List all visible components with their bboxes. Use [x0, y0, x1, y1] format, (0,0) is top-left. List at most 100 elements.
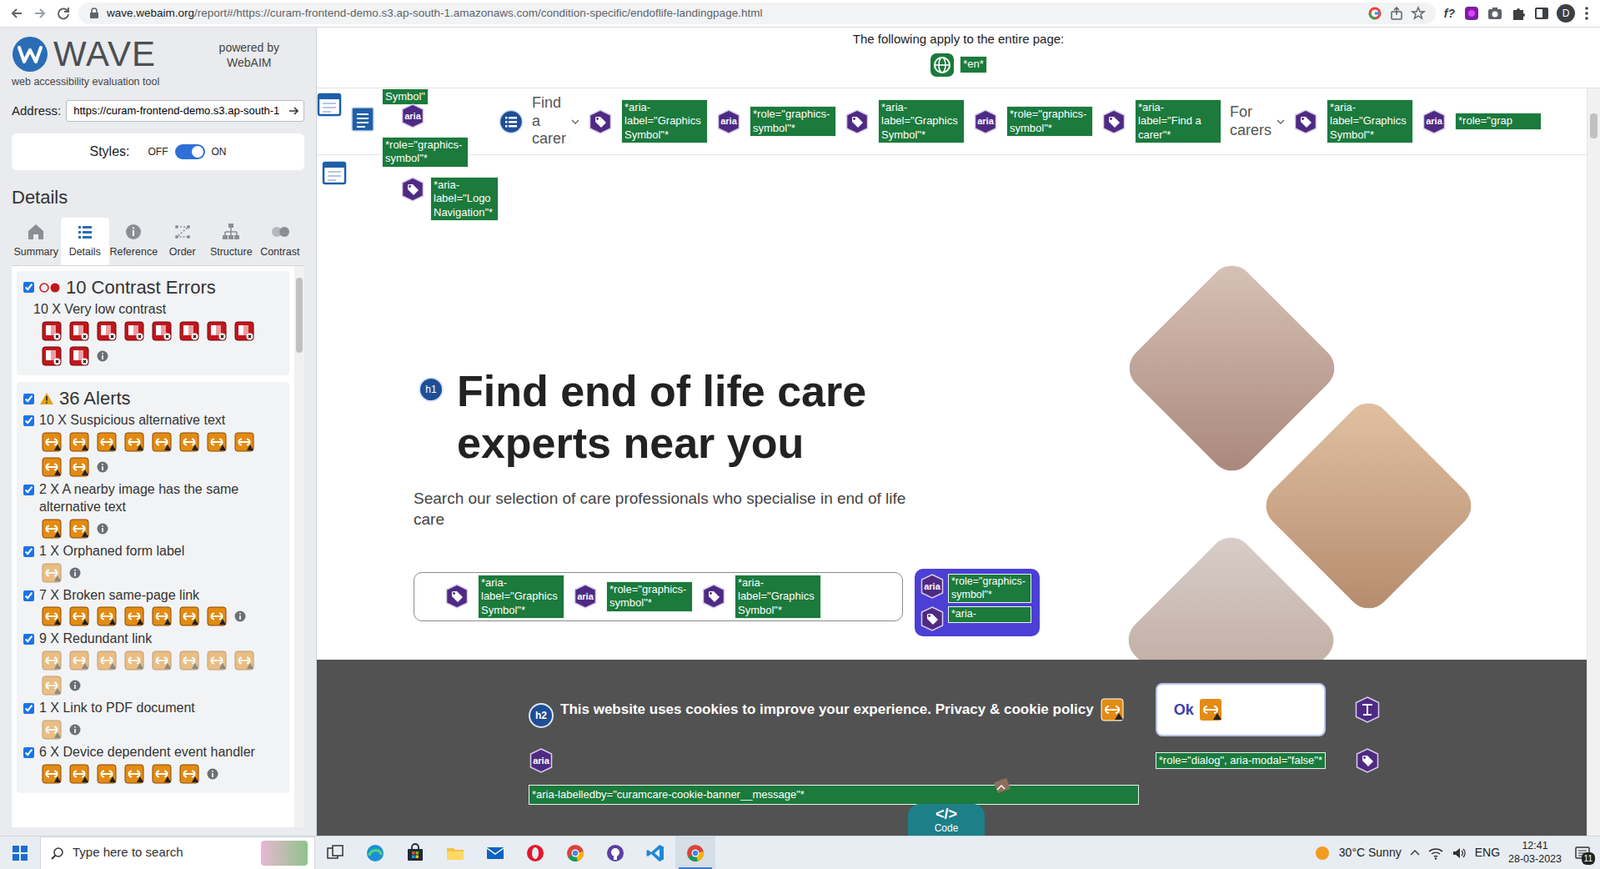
- vscode-icon[interactable]: [645, 842, 666, 863]
- styles-toggle[interactable]: [175, 144, 206, 160]
- contrast-error-icon[interactable]: [206, 321, 227, 342]
- details-tab[interactable]: Reference: [109, 217, 159, 266]
- google-icon[interactable]: [1367, 5, 1383, 21]
- taskbar-app[interactable]: [435, 836, 476, 869]
- alert-icon[interactable]: [69, 431, 90, 452]
- contrast-error-icon[interactable]: [41, 346, 62, 367]
- order-icon[interactable]: [172, 221, 193, 242]
- url-host[interactable]: wave.webaim.org: [106, 6, 195, 20]
- forward-arrow-icon[interactable]: [31, 5, 49, 22]
- url-text[interactable]: wave.webaim.org/report#/https://curam-fr…: [106, 5, 763, 22]
- logo-area[interactable]: Symbol"aria*role="graphics-symbol"**aria…: [316, 88, 499, 156]
- alert-icon[interactable]: [151, 650, 172, 671]
- alert-icon[interactable]: [41, 562, 62, 583]
- store-icon[interactable]: [405, 842, 426, 863]
- alert-icon[interactable]: [206, 606, 227, 627]
- profile-avatar[interactable]: D: [1556, 4, 1575, 23]
- tab-label[interactable]: Summary: [14, 244, 59, 261]
- start-button[interactable]: [0, 845, 41, 861]
- alert-icon[interactable]: [179, 431, 200, 452]
- task-view-icon[interactable]: [325, 842, 346, 863]
- item-checkbox[interactable]: [23, 702, 35, 714]
- weather-text[interactable]: 30°C Sunny: [1339, 843, 1402, 862]
- reload-icon[interactable]: [55, 5, 72, 22]
- taskbar-app[interactable]: [515, 836, 556, 869]
- taskbar-search[interactable]: Type here to search: [40, 836, 316, 869]
- item-checkbox[interactable]: [23, 747, 35, 758]
- taskbar-app[interactable]: [475, 836, 516, 869]
- tab-label[interactable]: Reference: [109, 244, 158, 261]
- alert-icon[interactable]: [96, 650, 117, 671]
- details-tab[interactable]: Summary: [11, 217, 61, 266]
- alert-icon[interactable]: [96, 431, 117, 452]
- alert-icon[interactable]: [69, 456, 90, 477]
- puzzle-icon[interactable]: [1509, 5, 1527, 22]
- info-icon[interactable]: [206, 767, 219, 780]
- tray-chevron-icon[interactable]: [1409, 848, 1420, 858]
- star-icon[interactable]: [1410, 5, 1426, 21]
- url-path[interactable]: /report#/https://curam-frontend-demo.s3.…: [194, 6, 763, 20]
- chevron-down-icon[interactable]: [1276, 118, 1285, 126]
- alert-icon[interactable]: [41, 650, 62, 671]
- item-checkbox[interactable]: [23, 590, 35, 602]
- alert-icon[interactable]: [41, 719, 62, 740]
- code-toggle-button[interactable]: </>Code: [907, 803, 985, 836]
- ok-button[interactable]: Ok: [1155, 682, 1326, 737]
- sidebar-icon[interactable]: [1533, 5, 1550, 22]
- search-button[interactable]: aria*role="graphics-symbol"**aria-: [914, 568, 1040, 637]
- alert-icon[interactable]: [41, 518, 62, 539]
- address-bar[interactable]: wave.webaim.org/report#/https://curam-fr…: [78, 2, 1436, 25]
- taskbar-app[interactable]: [595, 836, 636, 869]
- scroll-thumb[interactable]: [1589, 113, 1598, 139]
- alert-icon[interactable]: [96, 763, 117, 784]
- alert-icon[interactable]: [124, 763, 145, 784]
- notification-count[interactable]: 11: [1581, 852, 1595, 865]
- alert-icon[interactable]: [124, 606, 145, 627]
- info-icon[interactable]: [69, 566, 81, 579]
- contrast-error-icon[interactable]: [69, 346, 90, 367]
- item-checkbox[interactable]: [23, 415, 35, 427]
- issue-label[interactable]: 1 X Link to PDF document: [39, 699, 196, 718]
- taskbar-app[interactable]: [555, 836, 596, 869]
- opera-icon[interactable]: [525, 842, 546, 863]
- issue-label[interactable]: 1 X Orphaned form label: [39, 542, 185, 561]
- nav-label[interactable]: Find a carer: [531, 94, 567, 149]
- issue-label[interactable]: 9 X Redundant link: [39, 630, 152, 648]
- alert-icon[interactable]: [151, 431, 172, 452]
- info-icon[interactable]: [96, 522, 109, 535]
- nav-label[interactable]: For carers: [1229, 103, 1272, 140]
- tab-label[interactable]: Order: [169, 244, 196, 261]
- taskbar-app[interactable]: [395, 836, 436, 869]
- extension-button[interactable]: f?: [1442, 5, 1457, 23]
- wave-logo[interactable]: WAVE: [11, 35, 160, 73]
- alert-icon[interactable]: [206, 431, 227, 452]
- issue-label[interactable]: 7 X Broken same-page link: [39, 586, 200, 605]
- clock-time[interactable]: 12:41: [1521, 839, 1548, 853]
- taskbar-app[interactable]: [635, 836, 676, 869]
- scroll-thumb[interactable]: [295, 277, 303, 353]
- info-icon[interactable]: [69, 723, 81, 736]
- camera-icon[interactable]: [1486, 5, 1504, 22]
- contrast-error-icon[interactable]: [124, 321, 145, 342]
- extension-purple-icon[interactable]: [1463, 5, 1480, 22]
- search-field[interactable]: *aria-label="Graphics Symbol"*aria*role=…: [413, 571, 903, 622]
- link-alert-icon[interactable]: [1198, 697, 1223, 722]
- structure-icon[interactable]: [220, 221, 241, 242]
- ok-label[interactable]: Ok: [1173, 698, 1194, 722]
- alert-icon[interactable]: [206, 650, 227, 671]
- clock[interactable]: 12:4128-03-2023: [1508, 839, 1562, 866]
- code-label[interactable]: Code: [934, 822, 959, 833]
- input-language[interactable]: ENG: [1474, 843, 1500, 862]
- details-tab[interactable]: Structure: [206, 217, 256, 266]
- alert-icon[interactable]: [179, 763, 200, 784]
- contrast-error-icon[interactable]: [179, 321, 200, 342]
- go-arrow-icon[interactable]: [286, 104, 301, 118]
- alert-icon[interactable]: [41, 456, 62, 477]
- contrast-error-icon[interactable]: [96, 321, 117, 342]
- volume-icon[interactable]: [1451, 846, 1467, 860]
- info-icon[interactable]: [96, 350, 109, 362]
- webaim-link[interactable]: WebAIM: [226, 55, 271, 70]
- file-explorer-icon[interactable]: [445, 842, 466, 863]
- alert-icon[interactable]: [151, 606, 172, 627]
- alert-icon[interactable]: [124, 431, 145, 452]
